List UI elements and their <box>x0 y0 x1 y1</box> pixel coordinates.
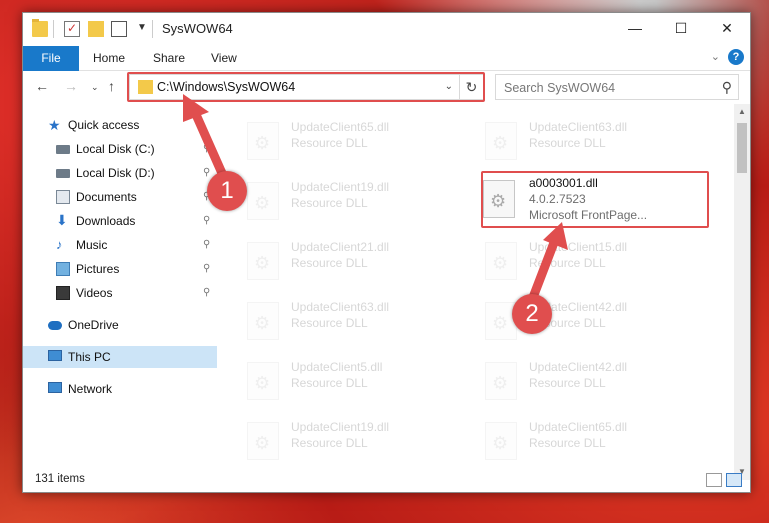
arrow-to-file <box>527 222 568 305</box>
callout-step-1: 1 <box>207 171 247 211</box>
annotation-arrows <box>183 94 568 305</box>
arrow-to-address-bar <box>183 94 230 185</box>
callout-step-2: 2 <box>512 294 552 334</box>
